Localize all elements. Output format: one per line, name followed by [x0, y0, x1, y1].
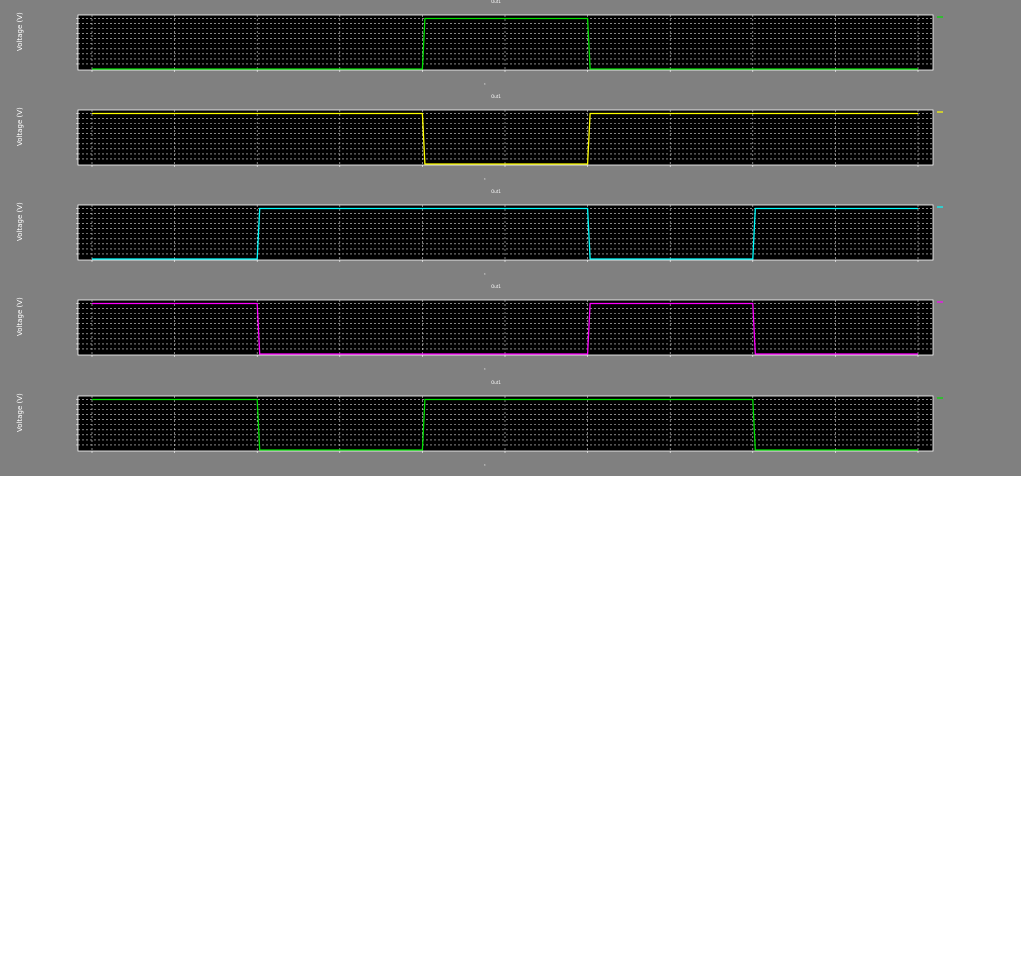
axes-box	[77, 395, 934, 452]
subplot-5: Out1 Voltage (V) t	[0, 380, 1021, 476]
plot-area	[76, 395, 943, 453]
subplot-3: Out1 Voltage (V) t	[0, 189, 1021, 285]
subplot-4: Out1 Voltage (V) t	[0, 284, 1021, 380]
scope-figure: Out1 Voltage (V) t Out1 Voltage (V) t Out1 Volt…	[0, 0, 1021, 476]
axes-box	[77, 204, 934, 261]
axes-box	[77, 299, 934, 356]
plot-area	[76, 204, 943, 262]
plot-area	[76, 14, 943, 72]
plot-area	[76, 299, 943, 357]
axes-box	[77, 109, 934, 166]
subplot-2: Out1 Voltage (V) t	[0, 94, 1021, 190]
subplot-1: Out1 Voltage (V) t	[0, 0, 1021, 95]
axes-box	[77, 14, 934, 71]
plot-area	[76, 109, 943, 167]
